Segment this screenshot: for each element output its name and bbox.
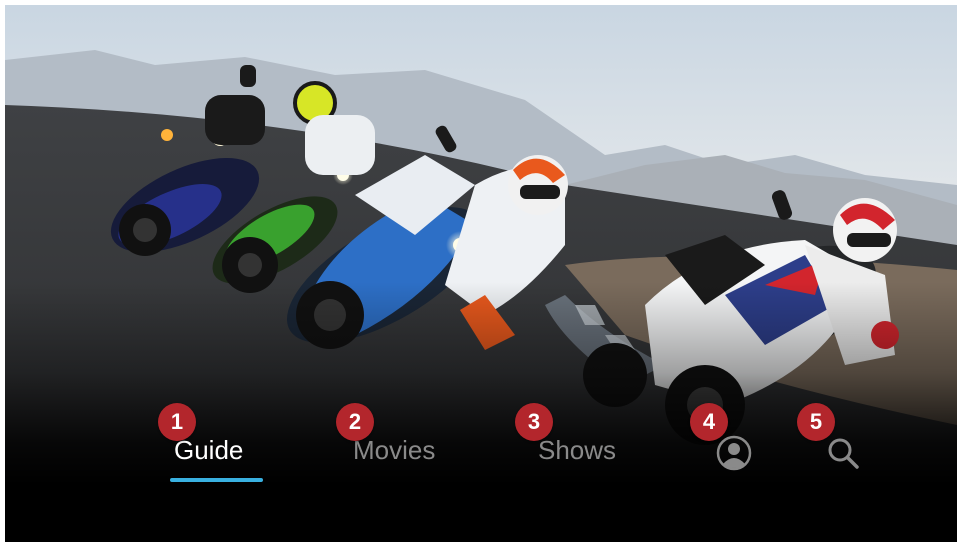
app-frame: Guide Movies Shows 1 2 3 4 5 (5, 5, 957, 542)
search-icon (828, 438, 859, 469)
callout-badge-1: 1 (158, 403, 196, 441)
nav-tab-movies-label: Movies (353, 435, 436, 465)
main-nav: Guide Movies Shows 1 2 3 4 5 (5, 5, 957, 542)
nav-tab-shows-label: Shows (538, 435, 617, 465)
callout-badge-4: 4 (690, 403, 728, 441)
callout-badge-2: 2 (336, 403, 374, 441)
active-tab-indicator (170, 478, 263, 482)
search-button[interactable] (825, 435, 861, 471)
nav-tab-shows[interactable]: Shows (538, 433, 616, 473)
nav-tab-movies[interactable]: Movies (353, 433, 435, 473)
callout-badge-3: 3 (515, 403, 553, 441)
profile-icon (716, 435, 752, 471)
callout-badge-5: 5 (797, 403, 835, 441)
profile-button[interactable] (716, 435, 752, 471)
